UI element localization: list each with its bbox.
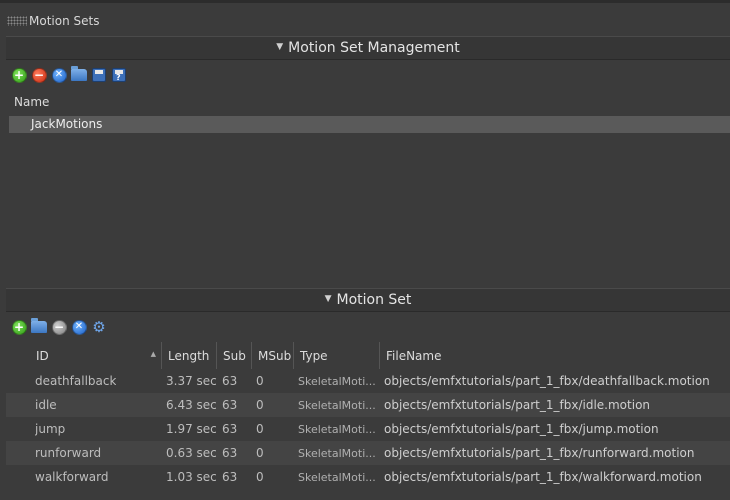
management-toolbar: + − ✕ ? [10,65,128,85]
clear-motion-sets-button[interactable]: ✕ [50,66,68,84]
save-icon [92,68,106,82]
cell-id: walkforward [35,470,109,484]
column-label: ID [36,348,49,363]
cell-length: 3.37 sec [166,374,217,388]
motion-set-header[interactable]: ▼ Motion Set [6,288,730,312]
cell-length: 1.97 sec [166,422,217,436]
cell-id: deathfallback [35,374,117,388]
save-as-icon: ? [112,68,126,82]
load-motion-button[interactable] [30,318,48,336]
drag-grip-icon[interactable] [7,15,27,26]
remove-icon: − [31,67,47,83]
sort-ascending-icon: ▲ [150,350,156,358]
add-icon: + [11,67,27,83]
add-motion-set-button[interactable]: + [10,66,28,84]
column-header-type[interactable]: Type [293,342,379,369]
column-header-length[interactable]: Length [161,342,217,369]
clear-icon: ✕ [71,319,87,335]
motion-set-toolbar: + − ✕ ⚙ [10,317,108,337]
open-motion-set-button[interactable] [70,66,88,84]
cell-filename: objects/emfxtutorials/part_1_fbx/jump.mo… [384,422,659,436]
save-motion-set-button[interactable] [90,66,108,84]
motion-set-management-header[interactable]: ▼ Motion Set Management [6,36,730,60]
cell-msub: 0 [256,398,264,412]
settings-icon: ⚙ [92,317,106,336]
cell-sub: 63 [222,470,238,484]
cell-msub: 0 [256,374,264,388]
cell-type: SkeletalMoti... [298,470,376,484]
cell-msub: 0 [256,446,264,460]
column-label: MSub [258,348,292,363]
settings-button[interactable]: ⚙ [90,318,108,336]
column-label: Sub [223,348,246,363]
cell-filename: objects/emfxtutorials/part_1_fbx/idle.mo… [384,398,651,412]
cell-filename: objects/emfxtutorials/part_1_fbx/walkfor… [384,470,702,484]
cell-id: idle [35,398,57,412]
table-row[interactable]: walkforward 1.03 sec 63 0 SkeletalMoti..… [6,465,730,489]
table-row[interactable]: jump 1.97 sec 63 0 SkeletalMoti... objec… [6,417,730,441]
cell-type: SkeletalMoti... [298,422,376,436]
cell-id: runforward [35,446,102,460]
cell-msub: 0 [256,470,264,484]
clear-icon: ✕ [51,67,67,83]
window-titlebar[interactable]: Motion Sets [0,0,730,38]
column-header-msub[interactable]: MSub [251,342,293,369]
collapse-triangle-icon[interactable]: ▼ [276,42,283,52]
list-item[interactable]: JackMotions [9,116,730,133]
window-title: Motion Sets [29,13,100,28]
column-header-id[interactable]: ID ▲ [30,342,160,369]
column-header-sub[interactable]: Sub [216,342,251,369]
remove-icon: − [51,319,67,335]
remove-motion-set-button[interactable]: − [30,66,48,84]
clear-motions-button[interactable]: ✕ [70,318,88,336]
cell-sub: 63 [222,446,238,460]
table-row[interactable]: runforward 0.63 sec 63 0 SkeletalMoti...… [6,441,730,465]
cell-type: SkeletalMoti... [298,446,376,460]
add-icon: + [11,319,27,335]
name-column-header[interactable]: Name [14,95,49,109]
motion-table: ID ▲ Length Sub MSub Type FileName death… [6,342,730,489]
section-title: Motion Set [336,292,412,308]
cell-id: jump [35,422,66,436]
cell-sub: 63 [222,398,238,412]
collapse-triangle-icon[interactable]: ▼ [325,294,332,304]
motion-set-list[interactable]: Name JackMotions [6,90,730,288]
cell-sub: 63 [222,422,238,436]
cell-sub: 63 [222,374,238,388]
cell-length: 1.03 sec [166,470,217,484]
table-header: ID ▲ Length Sub MSub Type FileName [6,342,730,369]
section-title: Motion Set Management [288,40,460,56]
column-label: Type [300,348,328,363]
cell-length: 0.63 sec [166,446,217,460]
cell-length: 6.43 sec [166,398,217,412]
table-row[interactable]: deathfallback 3.37 sec 63 0 SkeletalMoti… [6,369,730,393]
cell-type: SkeletalMoti... [298,374,376,388]
cell-type: SkeletalMoti... [298,398,376,412]
remove-motion-button[interactable]: − [50,318,68,336]
list-item-label: JackMotions [31,117,103,131]
open-folder-icon [31,318,47,333]
table-row[interactable]: idle 6.43 sec 63 0 SkeletalMoti... objec… [6,393,730,417]
cell-filename: objects/emfxtutorials/part_1_fbx/runforw… [384,446,695,460]
column-label: Length [168,348,210,363]
add-motion-button[interactable]: + [10,318,28,336]
save-as-motion-set-button[interactable]: ? [110,66,128,84]
open-folder-icon [71,66,87,81]
column-header-filename[interactable]: FileName [379,342,729,369]
column-label: FileName [386,348,442,363]
cell-msub: 0 [256,422,264,436]
cell-filename: objects/emfxtutorials/part_1_fbx/deathfa… [384,374,710,388]
